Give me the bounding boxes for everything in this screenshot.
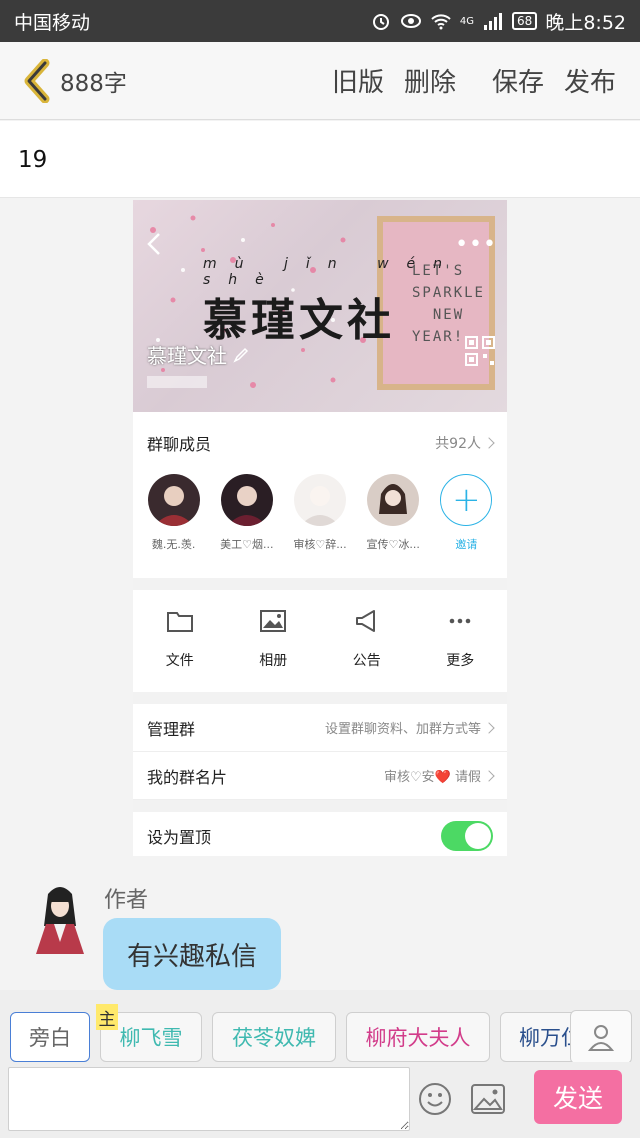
divider	[133, 800, 507, 812]
members-card: 群聊成员 共92人 魏.无.羡. 美工♡烟... 审核♡辞... 宣传♡冰...	[133, 412, 507, 578]
story-title[interactable]: 19	[0, 121, 640, 198]
divider	[133, 578, 507, 590]
more-icon	[449, 618, 471, 624]
tool-label: 更多	[446, 653, 475, 669]
chevron-right-icon	[483, 437, 495, 449]
member-name: 宣传♡冰...	[366, 538, 420, 551]
plus-icon: +	[440, 474, 493, 526]
pin-top-label: 设为置顶	[147, 827, 212, 847]
avatar	[294, 474, 346, 526]
wifi-icon	[431, 14, 451, 30]
manage-group-label: 管理群	[147, 719, 196, 739]
carrier-name: 中国移动	[14, 11, 91, 34]
album-icon	[260, 610, 287, 632]
banner-more-icon[interactable]: •••	[455, 232, 497, 257]
top-bar: 888字 旧版 删除 保存 发布	[0, 42, 640, 120]
chevron-right-icon	[483, 769, 495, 782]
signal-icon	[484, 13, 503, 30]
alarm-icon	[372, 14, 389, 30]
group-card-label: 我的群名片	[147, 767, 228, 787]
clock: 晚上8:52	[545, 11, 626, 34]
divider	[133, 692, 507, 704]
avatar	[147, 474, 200, 526]
banner-calligraphy: 慕瑾文社	[203, 295, 395, 346]
member-item[interactable]: 美工♡烟...	[210, 474, 283, 578]
role-label: 旁白	[29, 1026, 71, 1050]
publish-button[interactable]: 发布	[554, 62, 626, 99]
qr-code-icon[interactable]	[465, 336, 495, 366]
role-chip[interactable]: 柳府大夫人	[346, 1012, 490, 1062]
send-button[interactable]: 发送	[534, 1070, 622, 1124]
tool-grid: 文件 相册 公告 更多	[133, 590, 507, 692]
group-banner: LET'S SPARKLE NEW YEAR! mù jǐn wén shè 慕…	[133, 200, 507, 412]
folder-icon	[166, 612, 193, 632]
group-card-row[interactable]: 我的群名片 审核♡安❤️ 请假	[133, 752, 507, 800]
tool-album[interactable]: 相册	[227, 606, 321, 692]
manage-group-value: 设置群聊资料、加群方式等	[324, 722, 481, 737]
back-chevron-icon	[24, 58, 50, 103]
member-name: 美工♡烟...	[220, 538, 274, 551]
edit-pencil-icon	[233, 347, 249, 363]
status-bar: 中国移动 4G 68 晚上8:52	[0, 0, 640, 42]
emoji-icon[interactable]	[418, 1082, 452, 1116]
tool-more[interactable]: 更多	[414, 606, 508, 692]
group-id-blurred	[147, 376, 207, 388]
composer: 发送	[0, 1062, 640, 1138]
megaphone-icon	[355, 610, 375, 632]
role-label: 柳飞雪	[119, 1026, 183, 1050]
back-button[interactable]	[14, 58, 58, 103]
member-name: 魏.无.羡.	[151, 538, 196, 551]
members-header[interactable]: 群聊成员 共92人	[133, 412, 507, 474]
save-button[interactable]: 保存	[482, 62, 554, 99]
role-label: 柳府大夫人	[365, 1026, 471, 1050]
delete-button[interactable]: 删除	[394, 62, 466, 99]
message-input[interactable]	[8, 1067, 410, 1131]
tool-label: 文件	[165, 653, 194, 669]
main-role-badge: 主	[96, 1004, 118, 1030]
members-list: 魏.无.羡. 美工♡烟... 审核♡辞... 宣传♡冰... + 邀请	[133, 474, 507, 578]
tool-label: 公告	[352, 653, 381, 669]
member-item[interactable]: 宣传♡冰...	[357, 474, 430, 578]
manage-group-row[interactable]: 管理群 设置群聊资料、加群方式等	[133, 704, 507, 752]
word-count: 888字	[60, 70, 127, 97]
role-chip-narrator[interactable]: 旁白	[10, 1012, 90, 1062]
chevron-right-icon	[483, 721, 495, 734]
member-item[interactable]: 魏.无.羡.	[137, 474, 210, 578]
message-bubble[interactable]: 有兴趣私信	[103, 918, 281, 990]
battery-level: 68	[512, 12, 538, 30]
embedded-screenshot[interactable]: LET'S SPARKLE NEW YEAR! mù jǐn wén shè 慕…	[133, 200, 507, 856]
role-label: 茯苓奴婢	[232, 1026, 316, 1050]
pin-top-toggle[interactable]	[441, 820, 493, 851]
banner-back-icon[interactable]	[143, 230, 167, 258]
network-type: 4G	[459, 15, 475, 27]
pin-top-row: 设为置顶	[133, 812, 507, 856]
members-count: 共92人	[435, 436, 481, 452]
eye-icon	[400, 14, 421, 28]
old-version-button[interactable]: 旧版	[322, 62, 394, 99]
avatar	[220, 474, 273, 526]
tool-label: 相册	[259, 653, 288, 669]
group-card-value: 审核♡安❤️ 请假	[384, 770, 481, 785]
author-avatar[interactable]	[30, 882, 90, 954]
role-selector: 旁白 柳飞雪 主 茯苓奴婢 柳府大夫人 柳万仁	[0, 990, 640, 1064]
invite-item[interactable]: + 邀请	[430, 474, 503, 578]
tool-announcement[interactable]: 公告	[320, 606, 414, 692]
avatar	[367, 474, 420, 526]
role-chip[interactable]: 茯苓奴婢	[212, 1012, 336, 1062]
author-label: 作者	[104, 888, 149, 913]
group-name-row[interactable]: 慕瑾文社	[147, 340, 249, 369]
image-icon[interactable]	[470, 1082, 506, 1116]
member-item[interactable]: 审核♡辞...	[283, 474, 356, 578]
tool-file[interactable]: 文件	[133, 606, 227, 692]
invite-label: 邀请	[455, 538, 478, 551]
member-name: 审核♡辞...	[293, 538, 347, 551]
user-icon	[587, 1025, 615, 1051]
user-role-button[interactable]	[570, 1010, 632, 1064]
members-label: 群聊成员	[147, 435, 212, 454]
group-name: 慕瑾文社	[147, 344, 227, 368]
